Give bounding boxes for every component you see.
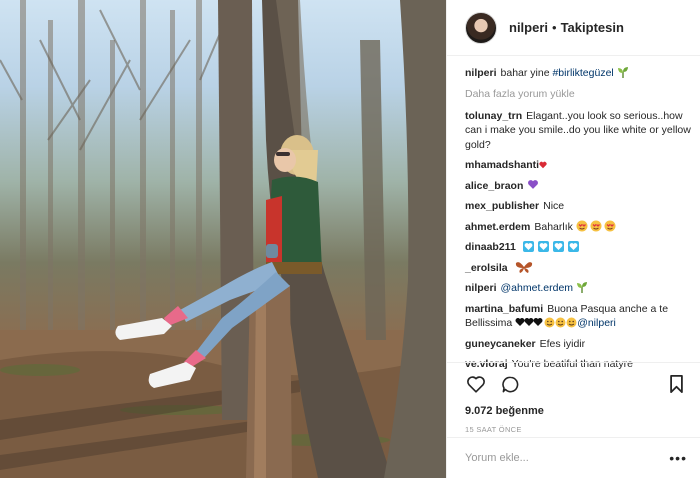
heart-eyes-emoji-icon — [576, 220, 616, 231]
action-buttons-row — [465, 373, 687, 395]
header-separator: • — [552, 20, 557, 35]
comment-item: _erolsila — [465, 261, 691, 276]
post-photo[interactable] — [0, 0, 446, 478]
post-header: nilperi • Takiptesin — [447, 0, 700, 56]
black-hearts-and-smiles-emoji-icon — [515, 317, 577, 328]
comments-list: nilperi bahar yine #birliktegüzel Daha fa… — [465, 66, 691, 378]
comment-username[interactable]: nilperi — [465, 282, 497, 294]
comment-item: dinaab211 — [465, 240, 691, 255]
post-actions: 9.072 beğenme 15 SAAT ÖNCE — [447, 362, 700, 436]
comment-username[interactable]: tolunay_trn — [465, 110, 522, 122]
seedling-emoji-icon — [617, 67, 628, 78]
comment-username[interactable]: ahmet.erdem — [465, 221, 530, 233]
comment-bubble-icon[interactable] — [499, 373, 521, 395]
likes-count[interactable]: 9.072 beğenme — [465, 405, 687, 417]
comment-username[interactable]: mhamadshanti — [465, 159, 539, 171]
comment-item: ahmet.erdem Baharlık — [465, 220, 691, 235]
post-sidebar: nilperi • Takiptesin nilperi bahar yine #… — [446, 0, 700, 478]
comment-username[interactable]: mex_publisher — [465, 200, 539, 212]
forest-scene-illustration — [0, 0, 446, 478]
caption-username[interactable]: nilperi — [465, 67, 497, 79]
comment-username[interactable]: martina_bafumi — [465, 303, 543, 315]
more-options-icon[interactable]: ••• — [669, 450, 687, 466]
blue-hearts-emoji-icon — [522, 241, 579, 252]
caption-hashtag[interactable]: #birliktegüzel — [552, 67, 613, 79]
load-more-comments[interactable]: Daha fazla yorum yükle — [465, 88, 691, 100]
heart-outline-icon[interactable] — [465, 373, 487, 395]
purple-heart-emoji-icon — [528, 179, 539, 189]
comment-text: Efes iyidir — [539, 337, 586, 350]
comment-mention[interactable]: @ahmet.erdem — [501, 282, 574, 294]
comment-username[interactable]: alice_braon — [465, 180, 523, 192]
caption-text: bahar yine — [500, 67, 553, 79]
comment-item: alice_braon — [465, 179, 691, 194]
post-timestamp: 15 SAAT ÖNCE — [465, 425, 522, 434]
bookmark-icon[interactable] — [665, 373, 687, 395]
avatar[interactable] — [465, 11, 497, 44]
comment-username[interactable]: _erolsila — [465, 262, 508, 274]
comment-text: Baharlık — [534, 220, 573, 233]
header-username[interactable]: nilperi — [509, 20, 548, 35]
comment-username[interactable]: guneycaneker — [465, 338, 536, 350]
add-comment-bar: ••• — [447, 437, 700, 478]
comment-mention[interactable]: @nilperi — [577, 317, 616, 329]
comment-item: guneycaneker Efes iyidir — [465, 337, 691, 352]
follow-status[interactable]: Takiptesin — [561, 20, 624, 35]
comment-username[interactable]: dinaab211 — [465, 241, 516, 253]
seedling-emoji-icon — [577, 282, 588, 293]
comment-item: nilperi @ahmet.erdem — [465, 281, 691, 296]
comment-item: martina_bafumi Buona Pasqua anche a te Be… — [465, 302, 691, 331]
comment-input[interactable] — [465, 452, 670, 464]
comment-item: mhamadshanti — [465, 158, 691, 173]
comment-item: mex_publisher Nice — [465, 199, 691, 214]
caption: nilperi bahar yine #birliktegüzel — [465, 66, 691, 81]
comment-text: Nice — [543, 200, 565, 212]
butterfly-emoji-icon — [515, 261, 532, 273]
comment-item: tolunay_trn Elagant..you look so serious.… — [465, 109, 691, 153]
red-heart-emoji-icon — [539, 161, 547, 169]
